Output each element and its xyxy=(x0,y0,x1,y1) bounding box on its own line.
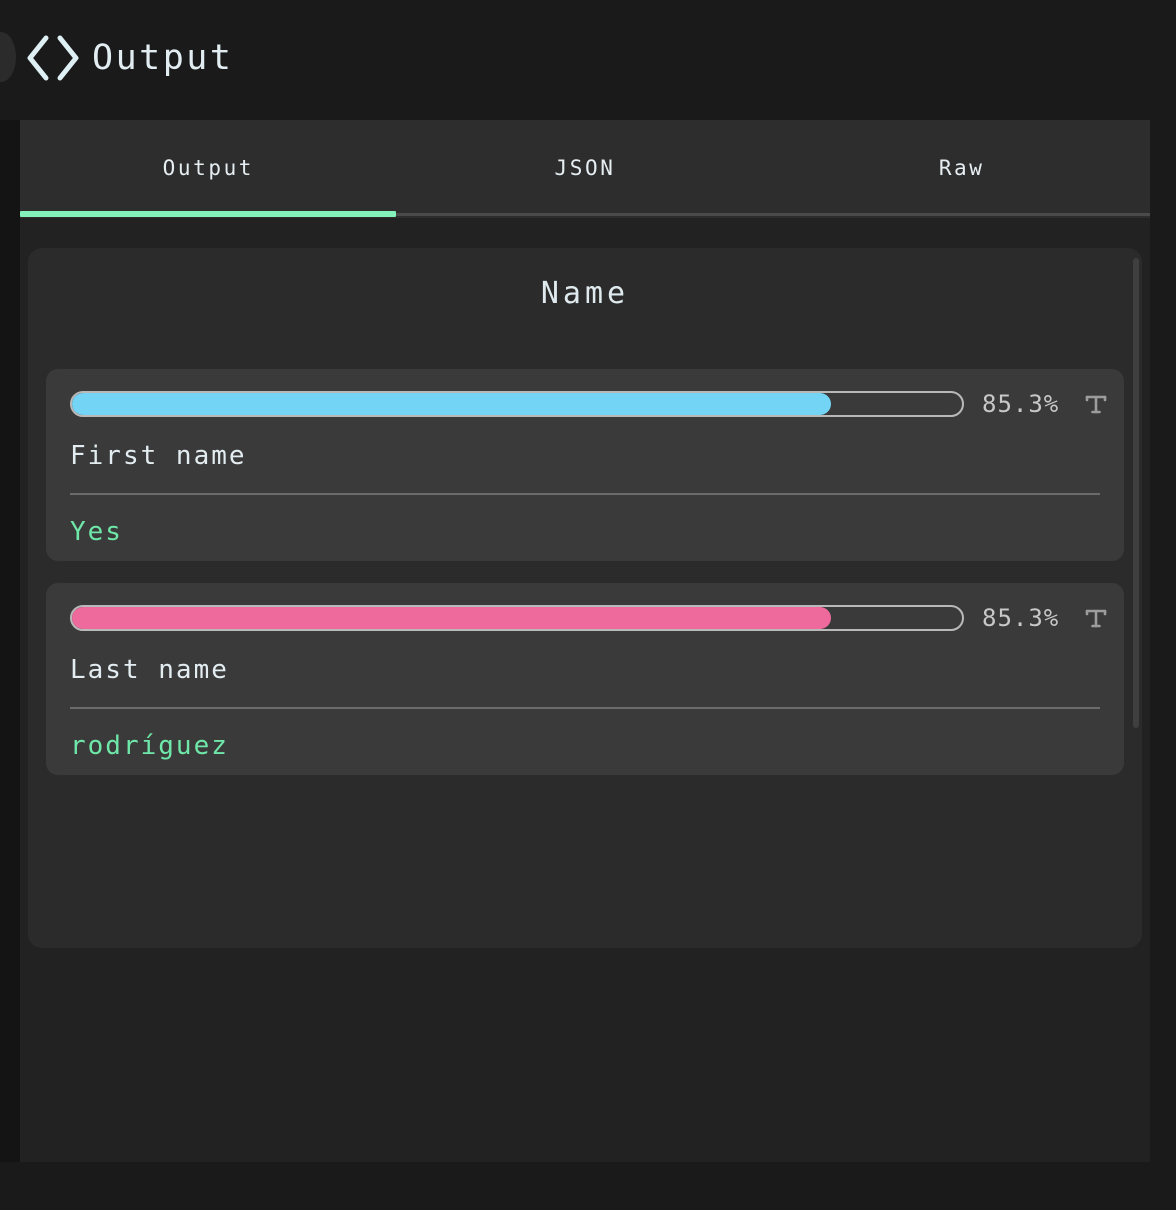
content-scrollbar[interactable] xyxy=(1132,258,1140,938)
field-divider xyxy=(70,707,1100,709)
header-orb-decoration xyxy=(0,32,16,82)
output-content: Name 85.3% First name Yes 85.3% Last nam… xyxy=(28,248,1142,948)
field-card-list: 85.3% First name Yes 85.3% Last name rod… xyxy=(28,369,1142,775)
tab-json[interactable]: JSON xyxy=(397,120,774,216)
panel-left-gutter xyxy=(0,120,20,1162)
confidence-bar-track xyxy=(70,391,964,417)
tab-output[interactable]: Output xyxy=(20,120,397,216)
tab-active-indicator xyxy=(20,211,396,217)
tab-output-label: Output xyxy=(162,156,255,180)
app-header: Output xyxy=(0,0,1176,118)
confidence-row: 85.3% xyxy=(70,601,1107,635)
confidence-bar-fill xyxy=(72,393,832,415)
confidence-bar-fill xyxy=(72,607,832,629)
field-group-title: Name xyxy=(540,276,630,311)
confidence-bar-track xyxy=(70,605,964,631)
app-root: Output Output JSON Raw Name 85.3% First … xyxy=(0,0,1176,1210)
tab-raw-label: Raw xyxy=(938,156,985,180)
field-card[interactable]: 85.3% First name Yes xyxy=(46,369,1124,561)
code-brackets-icon xyxy=(22,28,84,88)
tab-bar: Output JSON Raw xyxy=(20,120,1150,218)
field-divider xyxy=(70,493,1100,495)
field-label: First name xyxy=(70,441,247,471)
tab-raw[interactable]: Raw xyxy=(773,120,1150,216)
confidence-percent: 85.3% xyxy=(982,604,1060,632)
confidence-row: 85.3% xyxy=(70,387,1107,421)
scrollbar-thumb[interactable] xyxy=(1133,258,1139,728)
field-value: Yes xyxy=(70,517,123,547)
field-label: Last name xyxy=(70,655,229,685)
field-value: rodríguez xyxy=(70,731,229,761)
text-type-icon xyxy=(1081,389,1111,419)
confidence-percent: 85.3% xyxy=(982,390,1060,418)
field-card[interactable]: 85.3% Last name rodríguez xyxy=(46,583,1124,775)
tab-json-label: JSON xyxy=(554,156,616,180)
text-type-icon xyxy=(1081,603,1111,633)
page-title: Output xyxy=(92,38,234,78)
output-panel: Output JSON Raw Name 85.3% First name Ye… xyxy=(0,120,1150,1162)
